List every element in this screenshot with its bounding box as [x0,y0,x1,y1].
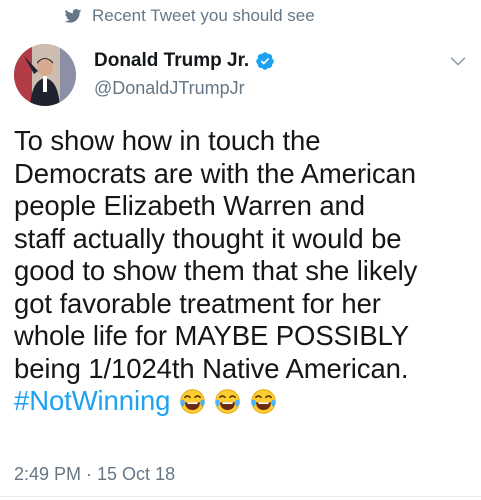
tweet-body: To show how in touch the Democrats are w… [14,125,474,418]
tweet-timestamp[interactable]: 2:49 PM · 15 Oct 18 [14,464,175,485]
avatar[interactable] [14,44,76,106]
divider [0,496,481,497]
context-label: Recent Tweet you should see [92,6,315,25]
tweet-text-line: being 1/1024th Native American. [14,352,409,384]
recommendation-context: Recent Tweet you should see [64,6,315,26]
verified-badge-icon [256,52,274,70]
laughing-tears-emoji-icon [180,389,205,414]
tweet-last-line: #NotWinning [14,385,474,418]
tweet-text-line: whole life for MAYBE POSSIBLY [14,320,409,351]
tweet-header: Donald Trump Jr. @DonaldJTrumpJr [14,44,469,110]
twitter-bird-icon [64,9,82,23]
tweet-text-line: good to show them that she likely [14,255,418,286]
avatar-photo [14,44,76,106]
hashtag-link[interactable]: #NotWinning [14,385,170,416]
tweet-text-line: got favorable treatment for her [14,287,381,319]
author-names[interactable]: Donald Trump Jr. @DonaldJTrumpJr [94,50,275,99]
chevron-down-icon[interactable] [447,50,469,72]
laughing-tears-emoji-icon [215,389,241,414]
tweet-text-line: Democrats are with the American [14,157,416,189]
tweet-text-line: staff actually thought it would be [14,222,402,254]
author-handle[interactable]: @DonaldJTrumpJr [94,78,275,99]
laughing-tears-emoji-icon [251,389,276,414]
display-name-text: Donald Trump Jr. [94,50,250,71]
author-display-name[interactable]: Donald Trump Jr. [94,50,275,72]
tweet-text-line: people Elizabeth Warren and [14,190,365,221]
tweet-text-line: To show how in touch the [14,125,321,156]
